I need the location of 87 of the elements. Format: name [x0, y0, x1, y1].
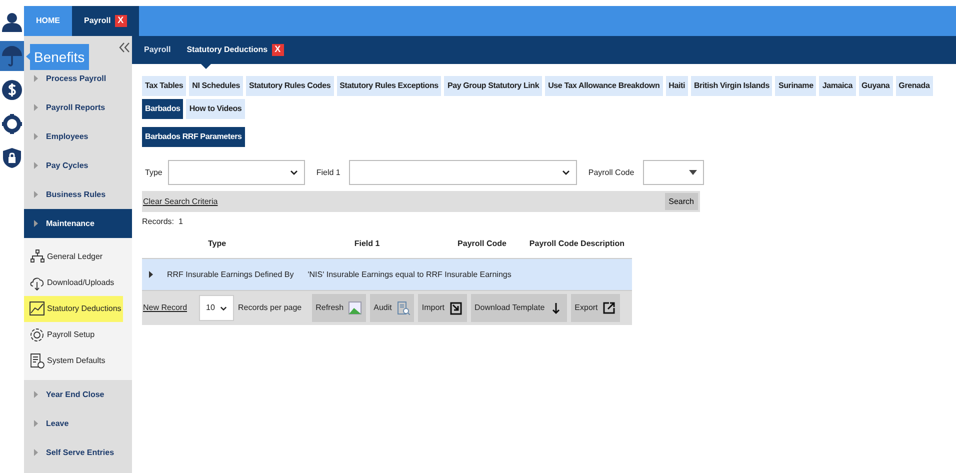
user-icon[interactable]: [1, 11, 23, 33]
sidebar-item[interactable]: Business Rules: [24, 180, 132, 209]
sub-tab[interactable]: How to Videos: [186, 99, 245, 119]
sub-tab[interactable]: Jamaica: [819, 76, 856, 96]
sub-tab[interactable]: British Virgin Islands: [690, 76, 772, 96]
sub-tab[interactable]: Guyana: [858, 76, 893, 96]
column-header: Payroll Code: [456, 238, 508, 250]
toolbar-button[interactable]: Audit: [370, 294, 414, 322]
line-chart-icon: [29, 301, 45, 317]
sub-tab[interactable]: Statutory Rules Exceptions: [336, 76, 442, 96]
section-tab[interactable]: Barbados RRF Parameters: [142, 127, 245, 147]
sub-tab[interactable]: Grenada: [896, 76, 933, 96]
caret-icon: [34, 449, 38, 456]
sidebar-subitem[interactable]: Download/Uploads: [24, 270, 123, 296]
toolbar-button[interactable]: Export: [570, 294, 620, 322]
sub-tab[interactable]: Pay Group Statutory Link: [444, 76, 542, 96]
caret-icon: [34, 133, 38, 140]
export-icon: [602, 301, 616, 315]
sidebar-item[interactable]: Leave: [24, 409, 132, 438]
sub-tab[interactable]: Barbados: [142, 99, 184, 119]
sidebar-subitem[interactable]: System Defaults: [24, 348, 123, 374]
column-header: Payroll Code Description: [528, 238, 626, 250]
org-chart-icon: [29, 249, 45, 265]
toolbar-button[interactable]: Import: [418, 294, 467, 322]
dropdown-field[interactable]: [349, 160, 578, 185]
settings-icon: [29, 327, 45, 343]
caret-icon: [34, 191, 38, 198]
document-icon: [29, 353, 45, 369]
filter-label: Payroll Code: [588, 166, 634, 178]
column-header: Type: [206, 238, 228, 250]
caret-icon: [34, 162, 38, 169]
settings-icon[interactable]: [1, 113, 23, 135]
tooltip: Benefits: [30, 44, 89, 70]
sub-tab[interactable]: Tax Tables: [142, 76, 186, 96]
sidebar-item[interactable]: Year End Close: [24, 380, 132, 409]
toolbar-button[interactable]: Refresh: [312, 294, 366, 322]
page-size-select[interactable]: 10: [199, 295, 234, 321]
top-tab[interactable]: Payroll: [84, 15, 111, 27]
caret-icon: [34, 104, 38, 111]
sidebar-subitem[interactable]: Payroll Setup: [24, 322, 123, 348]
broken-image-icon: [348, 301, 362, 315]
close-button[interactable]: X: [114, 15, 127, 27]
dropdown-field[interactable]: [168, 160, 306, 185]
tooltip-pointer-icon: [26, 52, 31, 61]
records-count: Records: 1: [142, 216, 184, 228]
cloud-upload-icon: [29, 275, 45, 291]
import-icon: [448, 301, 463, 315]
sidebar-item[interactable]: Maintenance: [24, 209, 132, 238]
page-tab[interactable]: Payroll: [144, 36, 171, 69]
sidebar-item[interactable]: Payroll Reports: [24, 93, 132, 122]
sub-tab[interactable]: Haiti: [666, 76, 688, 96]
sidebar-subitem[interactable]: General Ledger: [24, 244, 123, 270]
sub-tab[interactable]: Use Tax Allowance Breakdown: [545, 76, 663, 96]
page-tab[interactable]: Statutory Deductions X: [186, 36, 284, 69]
sidebar-item[interactable]: Employees: [24, 122, 132, 151]
table-cell: 'NIS' Insurable Earnings equal to RRF Insurable Earnings: [308, 268, 512, 280]
collapse-icon[interactable]: [119, 42, 130, 53]
sidebar-item[interactable]: Self Serve Entries: [24, 438, 132, 467]
dropdown-field[interactable]: [643, 160, 704, 185]
caret-icon: [34, 391, 38, 398]
caret-right-icon[interactable]: [149, 271, 153, 278]
chevron-down-icon: [220, 306, 228, 310]
clear-search-link[interactable]: Clear Search Criteria: [143, 196, 218, 208]
table-row[interactable]: RRF Insurable Earnings Defined By 'NIS' Insurable Earnings equal to RRF Insurable Earnings: [142, 259, 632, 291]
chevron-down-icon: [290, 170, 298, 175]
sub-tab[interactable]: Suriname: [775, 76, 816, 96]
caret-icon: [34, 75, 38, 82]
chevron-down-icon: [562, 170, 570, 175]
caret-icon: [34, 420, 38, 427]
filter-label: Type: [145, 166, 162, 178]
sub-tab[interactable]: Statutory Rules Codes: [246, 76, 334, 96]
records-per-page-label: Records per page: [238, 302, 302, 314]
document-search-icon: [396, 301, 410, 315]
new-record-link[interactable]: New Record: [143, 302, 188, 314]
column-header: Field 1: [353, 238, 381, 250]
filter-label: Field 1: [316, 166, 340, 178]
sidebar-item[interactable]: Pay Cycles: [24, 151, 132, 180]
toolbar-button[interactable]: Download Template: [470, 294, 567, 322]
dollar-icon[interactable]: [1, 79, 23, 101]
shield-lock-icon[interactable]: [1, 147, 23, 169]
sidebar-subitem[interactable]: Statutory Deductions: [24, 296, 123, 322]
sub-tab[interactable]: NI Schedules: [189, 76, 244, 96]
search-button[interactable]: Search: [664, 193, 698, 210]
table-cell: RRF Insurable Earnings Defined By: [167, 268, 294, 280]
caret-icon: [34, 220, 38, 227]
close-button[interactable]: X: [272, 44, 284, 56]
dropdown-arrow-icon: [689, 170, 698, 175]
